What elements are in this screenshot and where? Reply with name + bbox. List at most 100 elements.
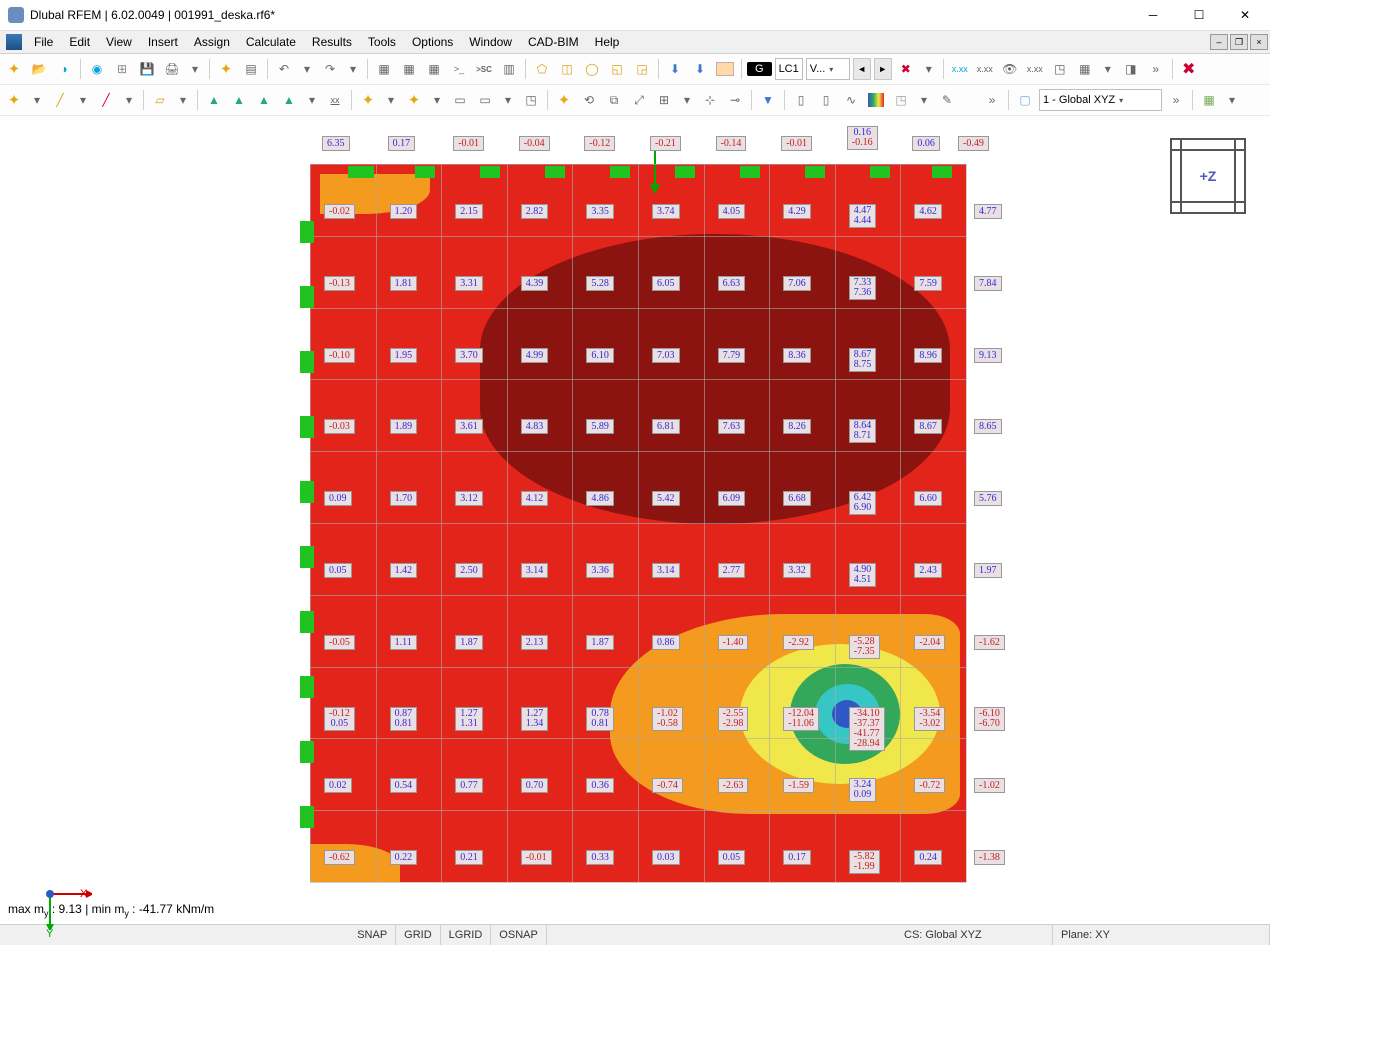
loadcase-combo[interactable]: LC1 <box>775 58 803 80</box>
delete-results-icon[interactable]: ✖ <box>895 58 917 80</box>
result-contour-plot[interactable]: 6.350.17-0.01-0.04-0.12-0.21-0.14-0.010.… <box>310 164 966 882</box>
block-manager-icon[interactable]: ◑ <box>53 58 75 80</box>
support-1-icon[interactable]: ▲ <box>203 89 225 111</box>
cs-icon[interactable]: ▢ <box>1014 89 1036 111</box>
show-values-icon[interactable]: x.xx <box>949 58 971 80</box>
clear-icon[interactable]: ✖ <box>1178 58 1200 80</box>
line-load-dd[interactable]: ▾ <box>428 89 446 111</box>
surface-icon[interactable]: ▱ <box>149 89 171 111</box>
redo-dropdown[interactable]: ▾ <box>344 58 362 80</box>
show-contour-icon[interactable]: ◨ <box>1120 58 1142 80</box>
line-icon[interactable]: ╱ <box>49 89 71 111</box>
scale-tool-icon[interactable]: ⤢ <box>628 89 650 111</box>
solid-load-dd[interactable]: ▾ <box>499 89 517 111</box>
new-result-icon[interactable]: ✦ <box>215 58 237 80</box>
curve-icon[interactable]: ╱ <box>95 89 117 111</box>
print-dropdown-icon[interactable]: ▾ <box>186 58 204 80</box>
loadcase-next[interactable]: ► <box>874 58 892 80</box>
status-lgrid[interactable]: LGRID <box>441 925 492 945</box>
solid-results-icon[interactable]: ◳ <box>890 89 912 111</box>
show-xxx-icon[interactable]: x.xx <box>1024 58 1046 80</box>
app-menu-icon[interactable] <box>6 34 22 50</box>
nodal-load-dd[interactable]: ▾ <box>382 89 400 111</box>
menu-window[interactable]: Window <box>461 35 520 49</box>
section-2-icon[interactable]: ▯ <box>815 89 837 111</box>
menu-tools[interactable]: Tools <box>360 35 404 49</box>
surface-dd[interactable]: ▾ <box>174 89 192 111</box>
support-dd[interactable]: ▾ <box>303 89 321 111</box>
copy-load-icon[interactable]: ◳ <box>520 89 542 111</box>
loadcase-filter-combo[interactable]: V...▾ <box>806 58 850 80</box>
delete-dd[interactable]: ▾ <box>920 58 938 80</box>
model-check-icon[interactable]: ◉ <box>86 58 108 80</box>
line-load-icon[interactable]: ✦ <box>403 89 425 111</box>
trim-icon[interactable]: ⊸ <box>724 89 746 111</box>
window-select-icon[interactable]: ◫ <box>556 58 578 80</box>
menu-file[interactable]: File <box>26 35 61 49</box>
mdi-minimize[interactable]: ‒ <box>1210 34 1228 50</box>
redo-icon[interactable]: ↷ <box>319 58 341 80</box>
status-grid[interactable]: GRID <box>396 925 441 945</box>
menu-edit[interactable]: Edit <box>61 35 98 49</box>
overflow-2[interactable]: » <box>981 89 1003 111</box>
crossing-icon[interactable]: ◲ <box>631 58 653 80</box>
curve-dd[interactable]: ▾ <box>120 89 138 111</box>
save-icon[interactable]: 💾 <box>136 58 158 80</box>
solid-load-icon[interactable]: ▭ <box>474 89 496 111</box>
show-dd[interactable]: ▾ <box>1099 58 1117 80</box>
status-snap[interactable]: SNAP <box>349 925 396 945</box>
probe-icon[interactable]: ✎ <box>936 89 958 111</box>
mdi-restore[interactable]: ❐ <box>1230 34 1248 50</box>
overflow-1[interactable]: » <box>1145 58 1167 80</box>
diagram-icon[interactable]: ∿ <box>840 89 862 111</box>
select-icon[interactable]: ⬠ <box>531 58 553 80</box>
overflow-3[interactable]: » <box>1165 89 1187 111</box>
release-icon[interactable]: xx <box>324 89 346 111</box>
support-2-icon[interactable]: ▲ <box>228 89 250 111</box>
table3-icon[interactable]: ▦ <box>423 58 445 80</box>
view-dd[interactable]: ▾ <box>1223 89 1241 111</box>
isoband-icon[interactable] <box>865 89 887 111</box>
navigation-cube[interactable]: +Z <box>1170 138 1246 214</box>
window-close[interactable]: ✕ <box>1222 0 1268 30</box>
status-osnap[interactable]: OSNAP <box>491 925 547 945</box>
rotate-tool-icon[interactable]: ⟲ <box>578 89 600 111</box>
loadcase-type-pill[interactable]: G <box>747 62 772 76</box>
open-icon[interactable]: 📂 <box>28 58 50 80</box>
report-icon[interactable]: ▤ <box>240 58 262 80</box>
load-icon-1[interactable]: ⬇ <box>664 58 686 80</box>
window-minimize[interactable]: ─ <box>1130 0 1176 30</box>
undo-icon[interactable]: ↶ <box>273 58 295 80</box>
menu-calculate[interactable]: Calculate <box>238 35 304 49</box>
area-load-icon[interactable]: ▭ <box>449 89 471 111</box>
table1-icon[interactable]: ▦ <box>373 58 395 80</box>
print-icon[interactable]: 🖨 <box>161 58 183 80</box>
menu-view[interactable]: View <box>98 35 140 49</box>
show-diagram-icon[interactable]: 👁 <box>999 58 1021 80</box>
loadcase-prev[interactable]: ◄ <box>853 58 871 80</box>
move-tool-icon[interactable]: ✦ <box>553 89 575 111</box>
support-3-icon[interactable]: ▲ <box>253 89 275 111</box>
color-icon[interactable] <box>714 58 736 80</box>
solid-dd[interactable]: ▾ <box>915 89 933 111</box>
menu-results[interactable]: Results <box>304 35 360 49</box>
cs-combo[interactable]: 1 - Global XYZ▾ <box>1039 89 1162 111</box>
prev-select-icon[interactable]: ◱ <box>606 58 628 80</box>
console-icon[interactable]: >_ <box>448 58 470 80</box>
new-icon[interactable]: ✦ <box>3 58 25 80</box>
mdi-close[interactable]: × <box>1250 34 1268 50</box>
menu-help[interactable]: Help <box>587 35 628 49</box>
menu-insert[interactable]: Insert <box>140 35 186 49</box>
props-icon[interactable]: ▥ <box>498 58 520 80</box>
menu-cad-bim[interactable]: CAD-BIM <box>520 35 587 49</box>
script-icon[interactable]: >SC <box>473 58 495 80</box>
tool-dd[interactable]: ▾ <box>678 89 696 111</box>
load-icon-2[interactable]: ⬇ <box>689 58 711 80</box>
view-settings-icon[interactable]: ▦ <box>1198 89 1220 111</box>
lasso-icon[interactable]: ◯ <box>581 58 603 80</box>
star-btn-1[interactable]: ✦ <box>3 89 25 111</box>
support-4-icon[interactable]: ▲ <box>278 89 300 111</box>
viewport[interactable]: +Z XY max my : 9.13 | min my : -41.77 kN… <box>0 116 1270 924</box>
extend-icon[interactable]: ⊹ <box>699 89 721 111</box>
mirror-tool-icon[interactable]: ⧉ <box>603 89 625 111</box>
